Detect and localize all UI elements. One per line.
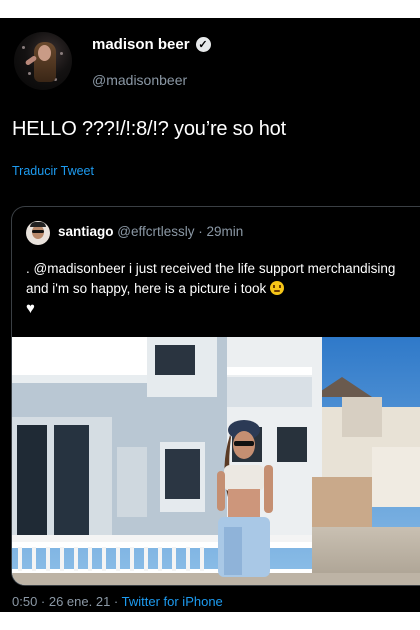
white-heart-emoji-icon: ♥ [26, 300, 35, 317]
quoted-tweet-header: santiago @effcrtlessly · 29min [58, 224, 243, 239]
tweet-text: HELLO ???!/!:8/!? you’re so hot [12, 118, 286, 140]
tweet-footer: 0:50 · 26 ene. 21 · Twitter for iPhone [12, 594, 223, 609]
quoted-tweet[interactable]: santiago @effcrtlessly · 29min . @madiso… [11, 206, 420, 586]
quoted-author-avatar[interactable] [26, 221, 50, 245]
street-photo [12, 337, 420, 585]
quoted-tweet-body: . @madisonbeer i just received the life … [26, 259, 416, 319]
tweet-screen: madison beer ✓ @madisonbeer HELLO ???!/!… [0, 18, 420, 612]
translate-tweet-link[interactable]: Traducir Tweet [12, 164, 94, 178]
quoted-tweet-text: . @madisonbeer i just received the life … [26, 261, 396, 296]
author-name[interactable]: madison beer [92, 36, 190, 53]
quoted-tweet-time: · 29min [194, 224, 244, 239]
author-name-row[interactable]: madison beer ✓ [92, 36, 211, 53]
tweet-timestamp: 0:50 · 26 ene. 21 · [12, 594, 122, 609]
author-handle[interactable]: @madisonbeer [92, 72, 187, 88]
quoted-tweet-photo[interactable] [12, 337, 420, 585]
smiling-face-emoji-icon [269, 281, 284, 295]
tweet-client-link[interactable]: Twitter for iPhone [122, 594, 223, 609]
quoted-author-name[interactable]: santiago [58, 224, 114, 239]
author-avatar[interactable] [14, 32, 72, 90]
verified-badge-icon: ✓ [195, 37, 211, 52]
quoted-author-handle[interactable]: @effcrtlessly [117, 224, 194, 239]
